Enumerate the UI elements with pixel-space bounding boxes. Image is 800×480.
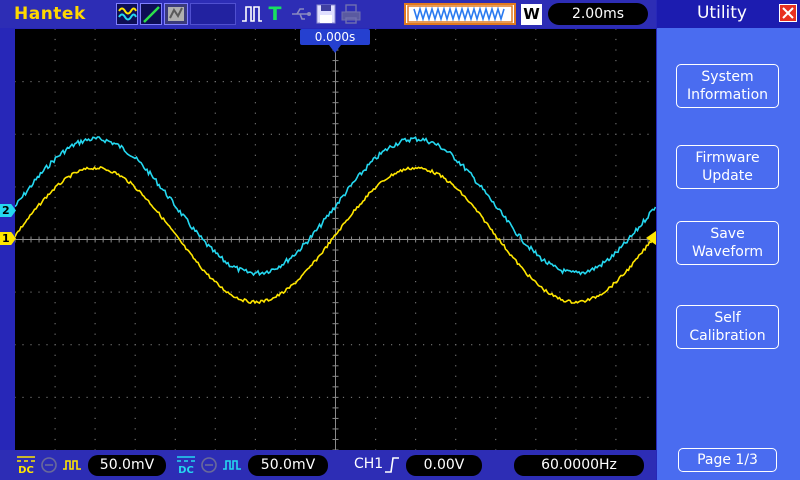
- vectors-icon: [140, 3, 162, 25]
- menu-title: Utility: [696, 3, 747, 23]
- utility-menu: System Information Firmware Update Save …: [657, 28, 800, 480]
- acquire-mode-badge: W: [521, 4, 542, 25]
- status-bar: Hantek T W 2.00ms: [0, 0, 656, 28]
- ch1-scale[interactable]: 50.0mV: [88, 455, 166, 476]
- brand-logo: Hantek: [14, 4, 86, 24]
- ch2-level-marker[interactable]: 2: [0, 204, 16, 217]
- pulse-icon: [240, 3, 264, 25]
- ch1-coupling-icon: DC: [16, 455, 36, 476]
- trigger-source: CH1: [354, 456, 384, 472]
- close-icon[interactable]: [779, 4, 797, 22]
- save-icon: [315, 3, 337, 25]
- timebase-readout[interactable]: 2.00ms: [548, 3, 648, 25]
- persistence-icon: [164, 3, 188, 25]
- system-information-button[interactable]: System Information: [676, 64, 779, 108]
- ch2-invert-icon: [201, 457, 217, 473]
- waveform-display: [14, 28, 657, 451]
- trigger-position-label: 0.000s: [300, 29, 370, 45]
- ch1-invert-icon: [41, 457, 57, 473]
- ch2-coupling-icon: DC: [176, 455, 196, 476]
- memory-window-bar: [404, 3, 516, 25]
- graticule: [14, 28, 656, 451]
- trigger-position-marker: [329, 45, 341, 53]
- waveform-icon: [116, 3, 138, 25]
- ch2-scale[interactable]: 50.0mV: [248, 455, 328, 476]
- status-slot: [190, 3, 236, 25]
- frequency-readout: 60.0000Hz: [514, 455, 644, 476]
- ch2-bandwidth-icon: [223, 460, 241, 470]
- usb-icon: [290, 3, 312, 25]
- waveform-plot: [14, 28, 657, 451]
- save-waveform-button[interactable]: Save Waveform: [676, 221, 779, 265]
- self-calibration-button[interactable]: Self Calibration: [676, 305, 779, 349]
- rising-edge-icon: [385, 457, 399, 473]
- channel-status-bar: DC 50.0mV DC 50.0mV CH1 0.00V 60.0000Hz: [0, 450, 656, 480]
- ch1-level-marker[interactable]: 1: [0, 232, 16, 245]
- print-icon: [340, 3, 362, 25]
- ch1-bandwidth-icon: [63, 460, 81, 470]
- trigger-icon: T: [268, 3, 282, 25]
- trigger-level[interactable]: 0.00V: [406, 455, 482, 476]
- firmware-update-button[interactable]: Firmware Update: [676, 145, 779, 189]
- page-indicator[interactable]: Page 1/3: [678, 448, 777, 472]
- menu-header: Utility: [657, 0, 800, 28]
